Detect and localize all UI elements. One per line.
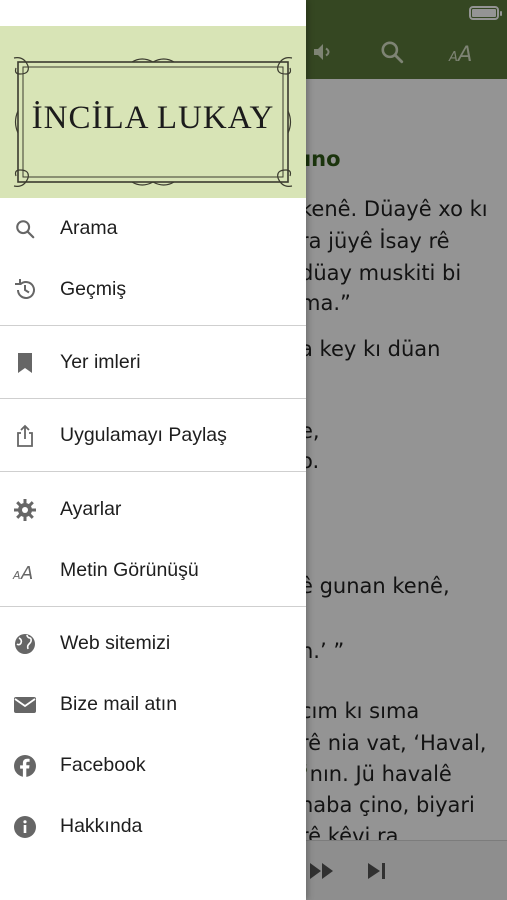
menu-item-label: Geçmiş xyxy=(60,278,127,300)
info-icon xyxy=(12,814,38,840)
menu-divider xyxy=(0,606,306,607)
search-icon xyxy=(12,216,38,242)
menu-item-mail[interactable]: Bize mail atın xyxy=(0,674,306,735)
menu-item-bookmarks[interactable]: Yer imleri xyxy=(0,332,306,393)
settings-icon xyxy=(12,497,38,523)
menu-divider xyxy=(0,398,306,399)
menu-item-label: Yer imleri xyxy=(60,351,141,373)
svg-text:A: A xyxy=(12,569,21,582)
globe-icon xyxy=(12,631,38,657)
share-icon xyxy=(12,423,38,449)
menu-divider xyxy=(0,325,306,326)
app-title: İNCİLA LUKAY xyxy=(31,100,275,136)
menu-item-history[interactable]: Geçmiş xyxy=(0,259,306,320)
menu-item-share-app[interactable]: Uygulamayı Paylaş xyxy=(0,405,306,466)
menu-divider xyxy=(0,471,306,472)
svg-text:A: A xyxy=(20,563,33,582)
menu-item-label: Uygulamayı Paylaş xyxy=(60,424,227,446)
menu-item-label: Hakkında xyxy=(60,815,143,837)
menu-item-search[interactable]: Arama xyxy=(0,198,306,259)
menu-item-label: Ayarlar xyxy=(60,498,122,520)
drawer-header-banner: İNCİLA LUKAY xyxy=(0,26,306,198)
mail-icon xyxy=(12,692,38,718)
menu-item-label: Bize mail atın xyxy=(60,693,178,715)
history-icon xyxy=(12,277,38,303)
bookmark-icon xyxy=(12,350,38,376)
menu-item-label: Facebook xyxy=(60,754,146,776)
menu-item-label: Web sitemizi xyxy=(60,632,171,654)
menu-item-label: Arama xyxy=(60,217,118,239)
menu-item-text-appearance[interactable]: AA Metin Görünüşü xyxy=(0,540,306,601)
text-appearance-icon: AA xyxy=(12,558,38,584)
menu-item-about[interactable]: Hakkında xyxy=(0,796,306,857)
drawer-status-area xyxy=(0,0,306,26)
menu-item-website[interactable]: Web sitemizi xyxy=(0,613,306,674)
navigation-drawer: İNCİLA LUKAY Arama Geçmiş Yer imleri Uyg… xyxy=(0,0,306,900)
menu-item-label: Metin Görünüşü xyxy=(60,559,199,581)
menu-item-settings[interactable]: Ayarlar xyxy=(0,479,306,540)
facebook-icon xyxy=(12,753,38,779)
menu-item-facebook[interactable]: Facebook xyxy=(0,735,306,796)
